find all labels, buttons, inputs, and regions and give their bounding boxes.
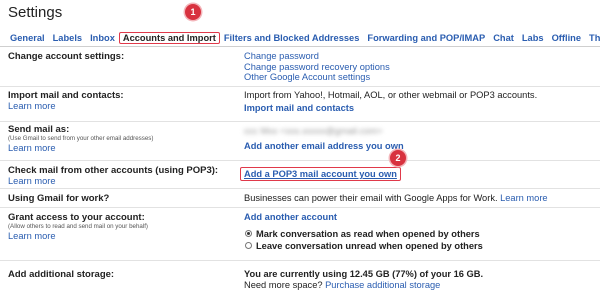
tab-filters[interactable]: Filters and Blocked Addresses bbox=[220, 32, 364, 44]
import-description: Import from Yahoo!, Hotmail, AOL, or oth… bbox=[244, 90, 538, 100]
change-password-link[interactable]: Change password bbox=[244, 51, 594, 62]
tab-accounts-and-import[interactable]: Accounts and Import bbox=[118, 32, 220, 44]
import-mail-contacts-link[interactable]: Import mail and contacts bbox=[244, 103, 354, 113]
option-leave-unread[interactable]: Leave conversation unread when opened by… bbox=[244, 240, 594, 251]
settings-tabs: General Labels Inbox Accounts and Import… bbox=[6, 31, 600, 45]
learn-more-link[interactable]: Learn more bbox=[8, 231, 233, 242]
add-another-account-link[interactable]: Add another account bbox=[244, 212, 337, 222]
purchase-storage-link[interactable]: Purchase additional storage bbox=[325, 280, 440, 290]
add-pop3-account-label: Add a POP3 mail account you own bbox=[244, 169, 397, 179]
tab-general[interactable]: General bbox=[6, 32, 49, 44]
row-title: Send mail as: bbox=[8, 124, 70, 135]
work-description: Businesses can power their email with Go… bbox=[244, 193, 498, 203]
radio-unselected-icon[interactable] bbox=[245, 242, 252, 249]
row-grant-access: Grant access to your account: (Allow oth… bbox=[0, 208, 600, 261]
tab-chat[interactable]: Chat bbox=[489, 32, 518, 44]
change-recovery-link[interactable]: Change password recovery options bbox=[244, 62, 594, 73]
tab-inbox[interactable]: Inbox bbox=[86, 32, 119, 44]
tab-labs[interactable]: Labs bbox=[518, 32, 548, 44]
option-label: Leave conversation unread when opened by… bbox=[256, 240, 483, 251]
grant-access-note: (Allow others to read and send mail on y… bbox=[8, 223, 148, 230]
row-title: Using Gmail for work? bbox=[8, 193, 110, 204]
row-title: Check mail from other accounts (using PO… bbox=[8, 165, 219, 176]
storage-usage: You are currently using 12.45 GB (77%) o… bbox=[244, 269, 484, 279]
row-title: Add additional storage: bbox=[8, 269, 115, 280]
row-change-account: Change account settings: Change password… bbox=[0, 48, 600, 87]
option-mark-read[interactable]: Mark conversation as read when opened by… bbox=[244, 228, 594, 239]
tab-forwarding[interactable]: Forwarding and POP/IMAP bbox=[363, 32, 489, 44]
radio-selected-icon[interactable] bbox=[245, 230, 252, 237]
row-title: Import mail and contacts: bbox=[8, 90, 124, 101]
row-gmail-for-work: Using Gmail for work? Businesses can pow… bbox=[0, 189, 600, 208]
learn-more-link[interactable]: Learn more bbox=[8, 101, 233, 112]
learn-more-link[interactable]: Learn more bbox=[8, 143, 233, 154]
row-title: Grant access to your account: bbox=[8, 212, 145, 223]
page-title: Settings bbox=[8, 4, 63, 21]
row-title: Change account settings: bbox=[8, 51, 125, 62]
learn-more-link[interactable]: Learn more bbox=[500, 193, 548, 203]
row-check-mail: Check mail from other accounts (using PO… bbox=[0, 161, 600, 189]
option-label: Mark conversation as read when opened by… bbox=[256, 228, 480, 239]
need-more-space: Need more space? bbox=[244, 280, 323, 290]
learn-more-link[interactable]: Learn more bbox=[8, 176, 233, 187]
tabs-divider bbox=[0, 46, 600, 47]
other-google-settings-link[interactable]: Other Google Account settings bbox=[244, 72, 594, 83]
step-marker-1: 1 bbox=[185, 4, 201, 20]
send-mail-note: (Use Gmail to send from your other email… bbox=[8, 135, 154, 142]
tab-offline[interactable]: Offline bbox=[548, 32, 585, 44]
row-send-mail-as: Send mail as: (Use Gmail to send from yo… bbox=[0, 122, 600, 161]
add-email-address-link[interactable]: Add another email address you own bbox=[244, 141, 404, 151]
step-marker-2: 2 bbox=[390, 150, 406, 166]
sender-address: ccc Mxx <xxx.xxxxx@gmail.com> bbox=[244, 126, 383, 136]
add-pop3-account-button[interactable]: Add a POP3 mail account you own bbox=[240, 167, 401, 181]
tab-themes[interactable]: Themes bbox=[585, 32, 600, 44]
row-import-mail: Import mail and contacts: Learn more Imp… bbox=[0, 87, 600, 122]
tab-labels[interactable]: Labels bbox=[49, 32, 86, 44]
row-storage: Add additional storage: You are currentl… bbox=[0, 261, 600, 301]
